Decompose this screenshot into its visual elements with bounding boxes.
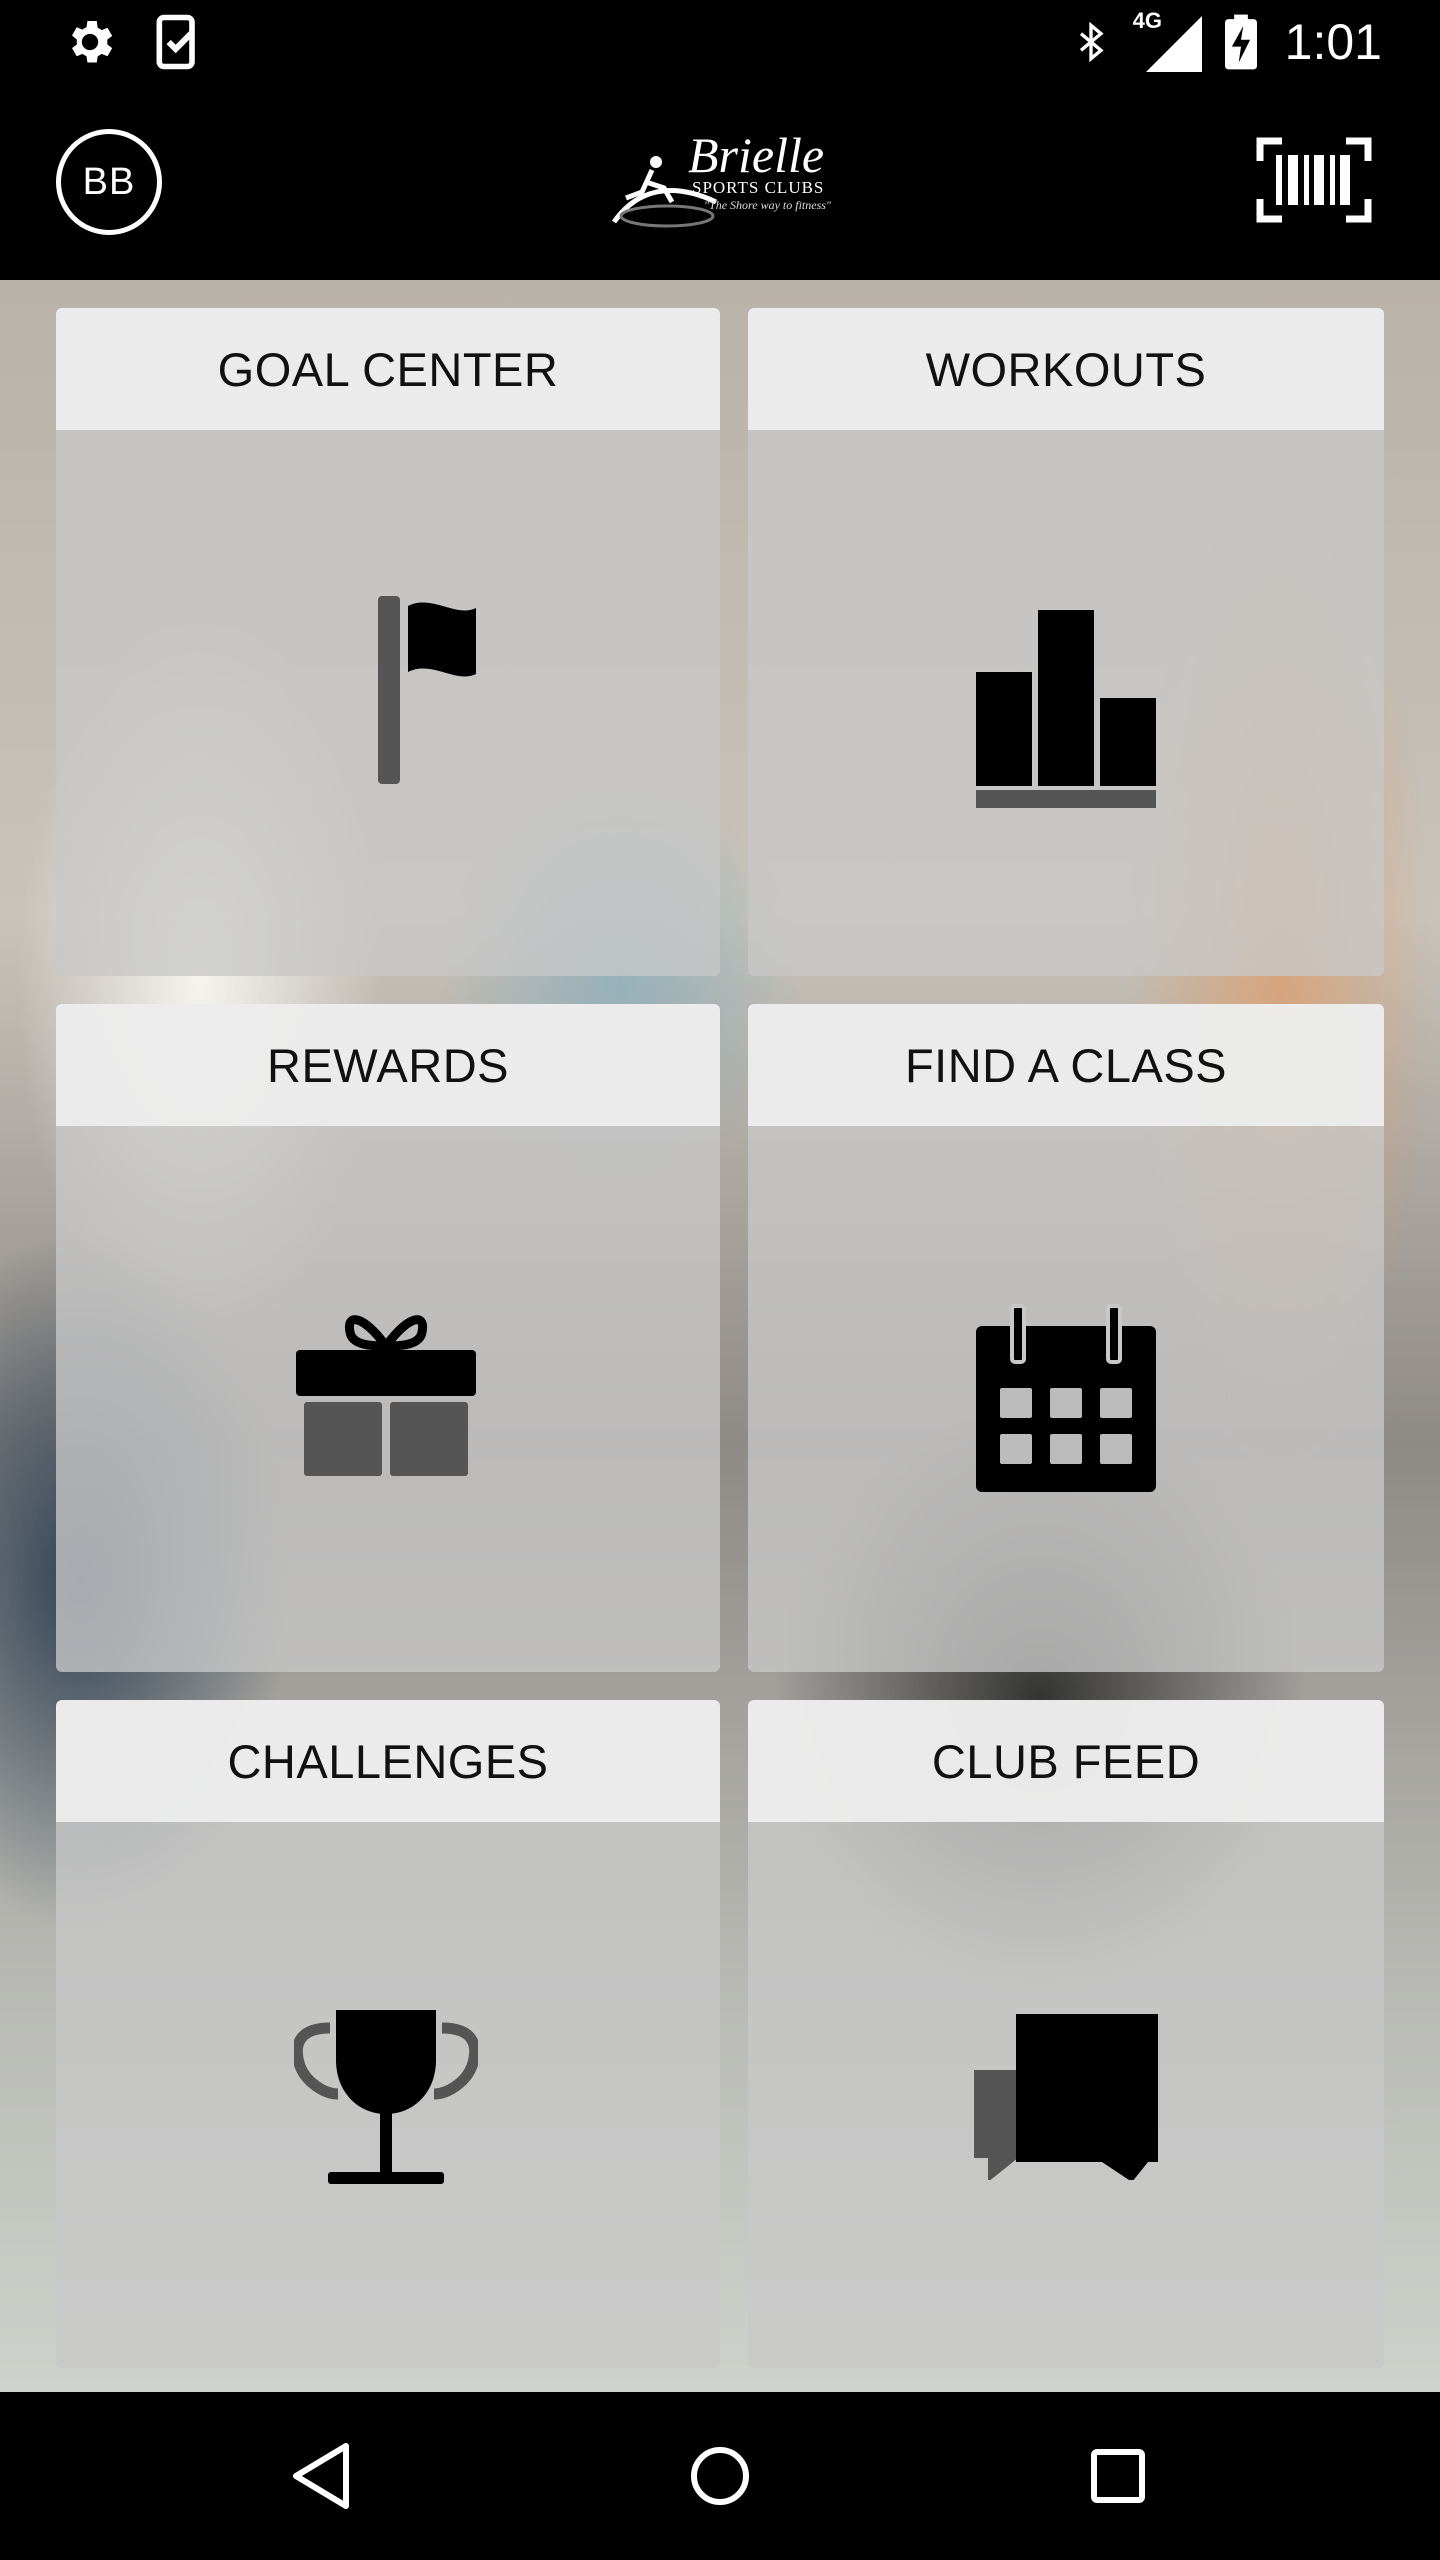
tile-label: FIND A CLASS [748,1004,1384,1126]
tile-label: CLUB FEED [748,1700,1384,1822]
logo-title: Brielle [688,127,825,183]
flag-icon [378,596,476,784]
calendar-icon [976,1304,1156,1492]
tile-label: WORKOUTS [748,308,1384,430]
profile-avatar[interactable]: BB [56,129,162,235]
tile-club-feed[interactable]: CLUB FEED [748,1700,1384,2368]
logo-subtitle: SPORTS CLUBS [692,178,825,197]
tile-workouts[interactable]: WORKOUTS [748,308,1384,976]
dashboard-grid: GOAL CENTER WORKOUTS REWARDS FIND A CLAS… [0,280,1440,2392]
home-icon[interactable] [680,2436,760,2516]
system-nav-bar [0,2392,1440,2560]
chat-icon [974,2014,1158,2180]
tile-find-a-class[interactable]: FIND A CLASS [748,1004,1384,1672]
recents-icon[interactable] [1078,2436,1158,2516]
app-bar: BB Brielle SPORTS CLUBS "The Shore way t… [0,84,1440,280]
tile-goal-center[interactable]: GOAL CENTER [56,308,720,976]
bluetooth-icon [1079,21,1104,63]
brand-logo: Brielle SPORTS CLUBS "The Shore way to f… [612,128,832,228]
back-icon[interactable] [282,2436,362,2516]
task-check-icon [156,14,195,70]
tile-label: CHALLENGES [56,1700,720,1822]
barcode-scanner-icon[interactable] [1256,137,1372,223]
tile-label: REWARDS [56,1004,720,1126]
settings-icon [72,21,113,63]
clock: 1:01 [1284,14,1382,70]
status-bar: 4G 1:01 [0,0,1440,84]
tile-label: GOAL CENTER [56,308,720,430]
avatar-initials: BB [82,160,136,203]
battery-charging-icon [1224,14,1257,70]
gift-icon [296,1315,476,1476]
trophy-icon [294,2010,478,2184]
tile-challenges[interactable]: CHALLENGES [56,1700,720,2368]
tile-rewards[interactable]: REWARDS [56,1004,720,1672]
logo-tagline: "The Shore way to fitness" [704,198,831,212]
bar-chart-icon [976,610,1156,808]
cell-signal-icon: 4G [1133,8,1203,72]
